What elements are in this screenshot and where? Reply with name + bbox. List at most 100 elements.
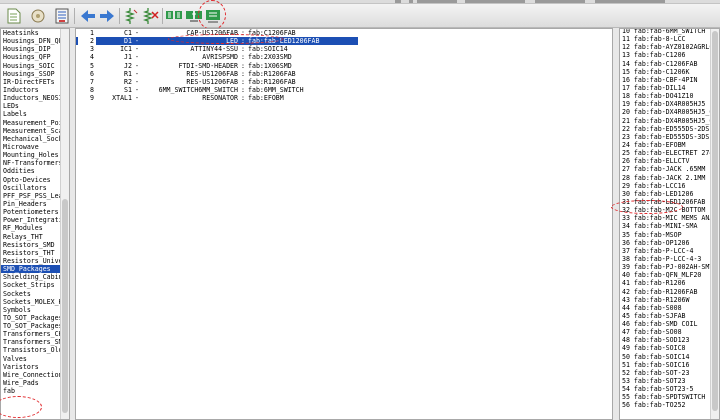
library-scrollbar[interactable] <box>60 29 69 419</box>
footprint-item[interactable]: 39 fab:fab-PJ-002AH-SMT <box>620 263 713 271</box>
library-item[interactable]: Symbols <box>1 306 67 314</box>
footprint-item[interactable]: 21 fab:fab-DX4R005HJ5_6 <box>620 117 713 125</box>
component-row[interactable]: 7 R2- RES-US1206FAB: fab:R1206FAB <box>76 78 358 86</box>
footprint-item[interactable]: 49 fab:fab-SOIC8 <box>620 344 713 352</box>
library-item[interactable]: Housings_SOIC <box>1 62 67 70</box>
footprint-item[interactable]: 34 fab:fab-MINI-SMA <box>620 222 713 230</box>
library-item[interactable]: Heatsinks <box>1 29 67 37</box>
library-item[interactable]: Measurement_Scal <box>1 127 67 135</box>
library-item[interactable]: IR-DirectFETs <box>1 78 67 86</box>
library-icon[interactable] <box>52 6 72 26</box>
footprint-item[interactable]: 40 fab:fab-QFN_MLF20 <box>620 271 713 279</box>
footprint-item[interactable]: 17 fab:fab-DIL14 <box>620 84 713 92</box>
library-item[interactable]: Oddities <box>1 167 67 175</box>
footprint-item[interactable]: 35 fab:fab-MSOP <box>620 231 713 239</box>
footprint-item[interactable]: 45 fab:fab-SJFAB <box>620 312 713 320</box>
library-item[interactable]: Wire_Connections <box>1 371 67 379</box>
network-icon[interactable] <box>164 6 184 26</box>
library-item[interactable]: Oscillators <box>1 184 67 192</box>
library-item[interactable]: LEDs <box>1 102 67 110</box>
footprint-item[interactable]: 27 fab:fab-JACK .65MM <box>620 165 713 173</box>
library-item[interactable]: SMD_Packages <box>1 265 67 274</box>
footprint-item[interactable]: 36 fab:fab-OP1206 <box>620 239 713 247</box>
library-item[interactable]: Sockets <box>1 290 67 298</box>
library-item[interactable]: Socket_Strips <box>1 281 67 289</box>
footprint-item[interactable]: 25 fab:fab-ELECTRET 274 <box>620 149 713 157</box>
footprint-item[interactable]: 11 fab:fab-8-LCC <box>620 35 713 43</box>
footprint-item[interactable]: 19 fab:fab-DX4R005HJ5 <box>620 100 713 108</box>
footprint-item[interactable]: 12 fab:fab-AYZ0102AGRLC <box>620 43 713 51</box>
component-row[interactable]: 1 C1- CAP-US1206FAB: fab:C1206FAB <box>76 29 358 37</box>
footprint-item[interactable]: 18 fab:fab-DO41Z10 <box>620 92 713 100</box>
footprint-item[interactable]: 42 fab:fab-R1206FAB <box>620 288 713 296</box>
library-item[interactable]: Resistors_SMD <box>1 241 67 249</box>
component-row[interactable]: 3 IC1- ATTINY44-SSU: fab:SOIC14 <box>76 45 358 53</box>
library-item[interactable]: Power_Integratio <box>1 216 67 224</box>
footprint-item[interactable]: 53 fab:fab-SOT23 <box>620 377 713 385</box>
library-item[interactable]: TO_SOT_Packages <box>1 314 67 322</box>
footprint-item[interactable]: 16 fab:fab-CBF-4PIN <box>620 76 713 84</box>
library-item[interactable]: Relays_THT <box>1 233 67 241</box>
library-item[interactable]: Pin_Headers <box>1 200 67 208</box>
footprint-item[interactable]: 22 fab:fab-ED555DS-2DS <box>620 125 713 133</box>
library-item[interactable]: Housings_SSOP <box>1 70 67 78</box>
library-list-pane[interactable]: Heatsinks Housings_DFN_QFN Housings_DIP Hou… <box>0 28 70 420</box>
component-row[interactable]: 2 D1- LED: fab:fab-LED1206FAB <box>76 37 358 46</box>
library-item[interactable]: Sockets_MOLEX_KK <box>1 298 67 306</box>
library-item[interactable]: Valves <box>1 355 67 363</box>
netlist-pane[interactable]: 1 C1- CAP-US1206FAB: fab:C1206FAB 2 D1- LED: fa… <box>75 28 613 420</box>
library-item[interactable]: Potentiometers <box>1 208 67 216</box>
library-item[interactable]: Varistors <box>1 363 67 371</box>
library-item[interactable]: Shielding_Cabine <box>1 273 67 281</box>
footprint-scrollbar[interactable] <box>710 29 719 419</box>
footprint-item[interactable]: 29 fab:fab-LCC16 <box>620 182 713 190</box>
forward-arrow-icon[interactable] <box>97 6 117 26</box>
footprint-item[interactable]: 31 fab:fab-LED1206FAB <box>620 198 713 206</box>
library-item[interactable]: Measurement_Poin <box>1 119 67 127</box>
library-item[interactable]: Inductors_NEOSID <box>1 94 67 102</box>
open-icon[interactable] <box>28 6 48 26</box>
library-item[interactable]: TO_SOT_Packages <box>1 322 67 330</box>
library-item[interactable]: Resistors_Univer <box>1 257 67 265</box>
footprint-list-pane[interactable]: 10 fab:fab-6MM_SWITCH 11 fab:fab-8-LCC 12 … <box>619 28 720 420</box>
library-item[interactable]: Microwave <box>1 143 67 151</box>
footprint-item[interactable]: 26 fab:fab-ELLCTV <box>620 157 713 165</box>
library-item[interactable]: Housings_DFN_QFN <box>1 37 67 45</box>
footprint-item[interactable]: 37 fab:fab-P-LCC-4 <box>620 247 713 255</box>
footprint-item[interactable]: 33 fab:fab-MIC MEMS ANA <box>620 214 713 222</box>
library-item[interactable]: Transformers_SMD <box>1 338 67 346</box>
library-item[interactable]: PFF_PSF_PSS_Lea <box>1 192 67 200</box>
library-item[interactable]: fab <box>1 387 67 395</box>
library-item[interactable]: Transistors_OldS <box>1 346 67 354</box>
footprint-item[interactable]: 32 fab:fab-M2C BOTTOM P <box>620 206 713 214</box>
footprint-item[interactable]: 55 fab:fab-SPDTSWITCH <box>620 393 713 401</box>
library-item[interactable]: Mounting_Holes <box>1 151 67 159</box>
footprint-item[interactable]: 47 fab:fab-SO08 <box>620 328 713 336</box>
component-row[interactable]: 4 J1- AVRISPSMD: fab:2X03SMD <box>76 53 358 61</box>
component-row[interactable]: 8 S1- 6MM_SWITCH6MM_SWITCH: fab:6MM_SWITCH <box>76 86 358 94</box>
footprint-item[interactable]: 24 fab:fab-EFOBM <box>620 141 713 149</box>
library-item[interactable]: Mechanical_Socke <box>1 135 67 143</box>
footprint-item[interactable]: 56 fab:fab-TO252 <box>620 401 713 409</box>
library-item[interactable]: Labels <box>1 110 67 118</box>
footprint-item[interactable]: 48 fab:fab-SOD123 <box>620 336 713 344</box>
footprint-item[interactable]: 14 fab:fab-C1206FAB <box>620 60 713 68</box>
new-icon[interactable] <box>4 6 24 26</box>
footprint-item[interactable]: 23 fab:fab-ED555DS-3DS <box>620 133 713 141</box>
footprint-item[interactable]: 38 fab:fab-P-LCC-4-3 <box>620 255 713 263</box>
component-row[interactable]: 6 R1- RES-US1206FAB: fab:R1206FAB <box>76 70 358 78</box>
footprint-item[interactable]: 50 fab:fab-SOIC14 <box>620 353 713 361</box>
resistor-remove-icon[interactable] <box>140 6 160 26</box>
footprint-item[interactable]: 52 fab:fab-SOT-23 <box>620 369 713 377</box>
resistor-add-icon[interactable] <box>120 6 140 26</box>
library-item[interactable]: Housings_QFP <box>1 53 67 61</box>
component-row[interactable]: 9 XTAL1- RESONATOR: fab:EFOBM <box>76 94 358 102</box>
library-item[interactable]: Wire_Pads <box>1 379 67 387</box>
footprint-item[interactable]: 10 fab:fab-6MM_SWITCH <box>620 29 713 35</box>
library-item[interactable]: NF-Transformers <box>1 159 67 167</box>
replace-icon[interactable] <box>184 6 204 26</box>
footprint-item[interactable]: 46 fab:fab-SMD COIL <box>620 320 713 328</box>
footprint-item[interactable]: 13 fab:fab-C1206 <box>620 51 713 59</box>
footprint-item[interactable]: 15 fab:fab-C1206K <box>620 68 713 76</box>
library-use-icon[interactable] <box>203 6 223 26</box>
